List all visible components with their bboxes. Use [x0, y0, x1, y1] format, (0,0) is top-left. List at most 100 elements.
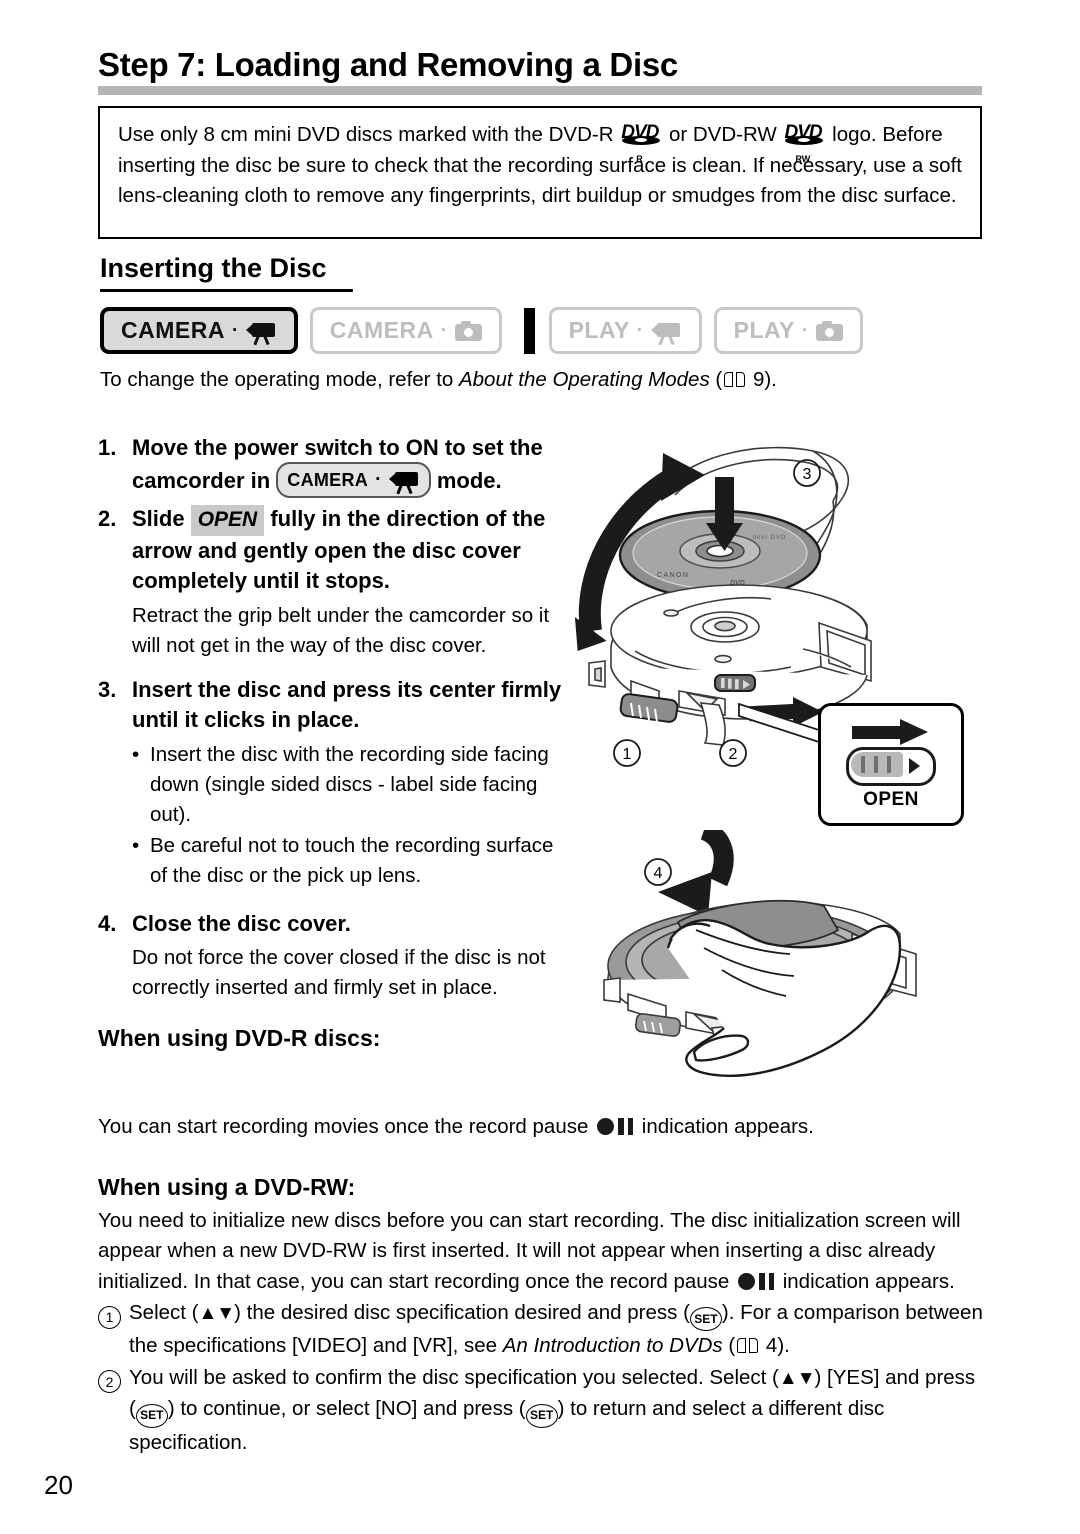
step-3-bullets: • Insert the disc with the recording side… — [132, 740, 568, 891]
separator-dot: · — [375, 469, 382, 491]
section-heading: Inserting the Disc — [100, 253, 327, 283]
item2-a: You will be asked to confirm the disc sp… — [129, 1365, 779, 1389]
separator-dot: · — [636, 320, 644, 341]
bullet-marker: • — [132, 833, 140, 857]
open-slider-on-body — [714, 674, 756, 692]
step-2-number: 2. — [98, 506, 117, 531]
item1-d: ( — [722, 1334, 736, 1358]
step-1-number: 1. — [98, 435, 117, 460]
dvdrw-section: When using a DVD-RW: You need to initial… — [98, 1172, 984, 1458]
step-3-bullet-2: • Be careful not to touch the recording s… — [132, 831, 568, 891]
notebox-text-2: or DVD-RW — [663, 123, 783, 146]
movie-camera-icon — [388, 468, 420, 494]
separator-dot: · — [801, 320, 809, 341]
book-icon — [724, 372, 746, 388]
item1-b: ) the desired disc specification desired… — [234, 1301, 690, 1324]
disc-requirements-text: Use only 8 cm mini DVD discs marked with… — [118, 120, 964, 212]
item1-e: ). — [777, 1334, 790, 1358]
dvdr-body: You can start recording movies once the … — [98, 1112, 984, 1143]
mode-note-paren-close: ). — [764, 368, 777, 391]
svg-text:mini DVD: mini DVD — [753, 535, 786, 541]
title-underline-bar — [98, 86, 982, 95]
mode-badge-label: PLAY — [568, 317, 630, 343]
record-pause-icon — [597, 1118, 634, 1135]
operating-mode-note: To change the operating mode, refer to A… — [100, 368, 777, 392]
page-title: Step 7: Loading and Removing a Disc — [98, 46, 678, 83]
mode-group-divider — [523, 307, 535, 354]
mode-badge-label: PLAY — [733, 317, 795, 343]
step-2-note: Retract the grip belt under the camcorde… — [132, 603, 550, 657]
step-3-text: Insert the disc and press its center fir… — [132, 676, 562, 733]
item1-page: 4 — [765, 1334, 778, 1358]
step-3: 3. Insert the disc and press its center … — [98, 675, 568, 736]
mode-badge-camera-still[interactable]: CAMERA · — [309, 307, 502, 354]
step-4-note: Do not force the cover closed if the dis… — [132, 946, 546, 999]
notebox-text-1: Use only 8 cm mini DVD discs marked with… — [118, 123, 620, 146]
step-3-bullet-1: • Insert the disc with the recording side… — [132, 740, 568, 830]
open-callout-label: OPEN — [863, 788, 919, 810]
mode-badge-label: CAMERA — [121, 317, 225, 343]
dvd-r-logo-icon: DVD R — [619, 122, 663, 164]
dvdrw-item-1-marker: 1 — [98, 1298, 129, 1362]
dvdrw-item-2: 2 You will be asked to confirm the disc … — [98, 1363, 984, 1458]
dvd-rw-logo-icon: DVD RW — [782, 122, 826, 164]
step-1: 1. Move the power switch to ON to set th… — [98, 433, 568, 500]
open-switch-label: OPEN — [190, 505, 265, 536]
item1-reference: An Introduction to DVDs — [502, 1334, 723, 1358]
step-2-text-a: Slide — [132, 506, 191, 531]
circled-number: 1 — [98, 1305, 121, 1329]
up-down-arrows-icon: ▲▼ — [778, 1367, 816, 1389]
separator-dot: · — [231, 320, 239, 341]
dvdr-heading: When using DVD-R discs: — [98, 1025, 381, 1051]
step-1-text: Move the power switch to ON to set the c… — [132, 433, 568, 500]
marker-3-label: 3 — [803, 466, 812, 483]
separator-dot: · — [440, 320, 448, 341]
step-1-text-b: mode. — [430, 467, 502, 493]
step-3-number: 3. — [98, 676, 117, 702]
section-heading-underline — [100, 289, 353, 292]
step-2-text: Slide OPEN fully in the direction of the… — [132, 504, 568, 597]
item2-c: ) to continue, or select [NO] and press … — [167, 1397, 526, 1421]
disc-requirements-box: Use only 8 cm mini DVD discs marked with… — [98, 106, 982, 239]
marker-4-label: 4 — [654, 865, 663, 882]
mode-note-reference: About the Operating Modes — [458, 368, 710, 391]
dvdrw-heading: When using a DVD-RW: — [98, 1174, 356, 1200]
inline-badge-label: CAMERA — [287, 469, 369, 490]
operating-mode-badges: CAMERA · CAMERA · PLAY · PLAY · — [100, 307, 863, 354]
step-2: 2. Slide OPEN fully in the direction of … — [98, 504, 568, 597]
open-slider-switch-icon — [846, 746, 936, 786]
set-button-icon: SET — [689, 1307, 722, 1332]
mode-note-page: 9 — [752, 368, 765, 391]
callout-leader-line — [738, 702, 826, 746]
set-button-icon: SET — [135, 1403, 168, 1428]
step-4: 4. Close the disc cover. — [98, 909, 568, 940]
mode-badge-camera-movie[interactable]: CAMERA · — [100, 307, 298, 354]
dvdrw-item-2-marker: 2 — [98, 1363, 129, 1458]
mode-note-prefix: To change the operating mode, refer to — [100, 368, 459, 391]
inline-camera-mode-badge: CAMERA · — [276, 461, 431, 498]
circled-number: 2 — [98, 1370, 121, 1394]
right-arrow-icon — [852, 718, 930, 745]
still-camera-icon — [815, 320, 843, 341]
mode-badge-play-still[interactable]: PLAY · — [713, 307, 863, 354]
marker-2-label: 2 — [729, 746, 738, 763]
marker-1-label: 1 — [623, 746, 632, 763]
page-number: 20 — [44, 1470, 73, 1500]
record-pause-icon — [738, 1272, 775, 1290]
step-4-text: Close the disc cover. — [132, 910, 351, 936]
disc-brand-label: CANON — [657, 572, 689, 579]
dvd-logo-sublabel: R — [636, 154, 643, 164]
still-camera-icon — [454, 320, 482, 341]
dvdrw-item-1: 1 Select (▲▼) the desired disc specifica… — [98, 1298, 984, 1362]
up-down-arrows-icon: ▲▼ — [198, 1303, 236, 1324]
dvdrw-body-b: indication appears. — [777, 1269, 955, 1293]
mode-note-paren-open: ( — [709, 368, 723, 391]
movie-camera-icon — [650, 319, 682, 345]
step-4-number: 4. — [98, 910, 117, 936]
set-button-icon: SET — [525, 1403, 558, 1428]
dvdr-body-a: You can start recording movies once the … — [98, 1115, 595, 1138]
step-3-bullet-1-text: Insert the disc with the recording side … — [150, 742, 549, 826]
dvd-logo-sublabel: RW — [795, 154, 811, 164]
dvdrw-item-1-text: Select (▲▼) the desired disc specificati… — [129, 1298, 984, 1362]
mode-badge-play-movie[interactable]: PLAY · — [548, 307, 702, 354]
